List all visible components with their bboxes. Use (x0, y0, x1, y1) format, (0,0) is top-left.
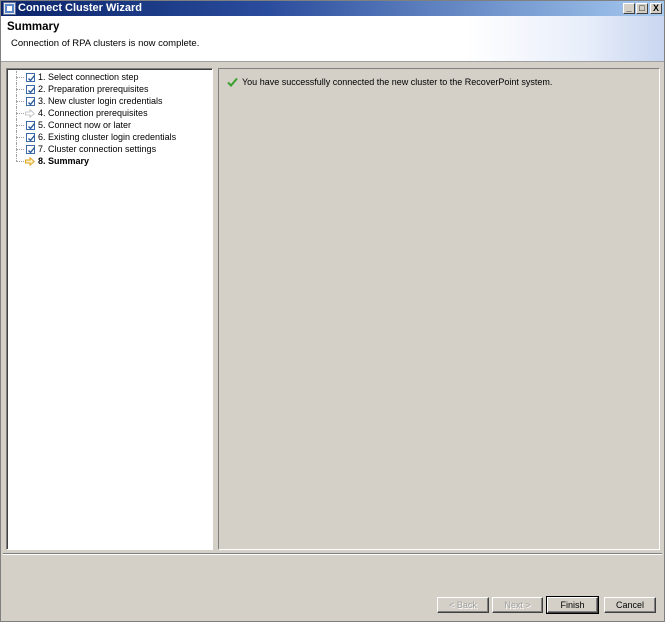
window-title: Connect Cluster Wizard (18, 2, 142, 14)
checkbox-checked-icon (25, 132, 35, 142)
step-label: 1. Select connection step (38, 72, 139, 82)
step-item[interactable]: 2. Preparation prerequisites (15, 83, 176, 95)
tree-connector (15, 83, 25, 95)
minimize-button[interactable]: _ (623, 3, 635, 14)
tree-connector (15, 71, 25, 83)
tree-connector (15, 143, 25, 155)
step-label: 6. Existing cluster login credentials (38, 132, 177, 142)
checkbox-checked-icon (25, 120, 35, 130)
tree-connector (15, 107, 25, 119)
app-icon (3, 2, 16, 15)
step-item[interactable]: 7. Cluster connection settings (15, 143, 176, 155)
step-item[interactable]: 6. Existing cluster login credentials (15, 131, 176, 143)
success-message-row: You have successfully connected the new … (227, 77, 552, 87)
step-label: 2. Preparation prerequisites (38, 84, 149, 94)
next-button[interactable]: Next > (492, 597, 543, 613)
cancel-button[interactable]: Cancel (604, 597, 656, 613)
step-item[interactable]: 4. Connection prerequisites (15, 107, 176, 119)
tree-connector (15, 131, 25, 143)
wizard-header: Summary Connection of RPA clusters is no… (1, 16, 664, 62)
steps-tree: 1. Select connection step 2. Preparation … (15, 71, 176, 167)
tree-connector (15, 155, 25, 167)
steps-pane: 1. Select connection step 2. Preparation … (6, 68, 213, 550)
back-button[interactable]: < Back (437, 597, 489, 613)
footer-separator (3, 553, 662, 555)
page-title: Summary (7, 21, 60, 33)
step-item[interactable]: 1. Select connection step (15, 71, 176, 83)
step-item[interactable]: 8. Summary (15, 155, 176, 167)
title-bar[interactable]: Connect Cluster Wizard _ □ X (1, 1, 664, 16)
success-check-icon (227, 77, 238, 87)
step-item[interactable]: 3. New cluster login credentials (15, 95, 176, 107)
arrow-right-outline-icon (25, 108, 35, 118)
step-label: 8. Summary (38, 156, 90, 166)
checkbox-checked-icon (25, 144, 35, 154)
tree-connector (15, 119, 25, 131)
step-label: 7. Cluster connection settings (38, 144, 157, 154)
wizard-window: Connect Cluster Wizard _ □ X Summary Con… (0, 0, 665, 622)
step-label: 5. Connect now or later (38, 120, 132, 130)
maximize-button[interactable]: □ (636, 3, 648, 14)
step-item[interactable]: 5. Connect now or later (15, 119, 176, 131)
checkbox-checked-icon (25, 96, 35, 106)
checkbox-checked-icon (25, 72, 35, 82)
success-message: You have successfully connected the new … (242, 77, 553, 87)
page-subtitle: Connection of RPA clusters is now comple… (11, 38, 200, 49)
tree-connector (15, 95, 25, 107)
step-label: 4. Connection prerequisites (38, 108, 148, 118)
checkbox-checked-icon (25, 84, 35, 94)
step-label: 3. New cluster login credentials (38, 96, 163, 106)
arrow-right-current-icon (25, 156, 35, 166)
finish-button[interactable]: Finish (546, 596, 599, 614)
close-button[interactable]: X (650, 3, 662, 14)
content-pane: You have successfully connected the new … (218, 68, 660, 550)
